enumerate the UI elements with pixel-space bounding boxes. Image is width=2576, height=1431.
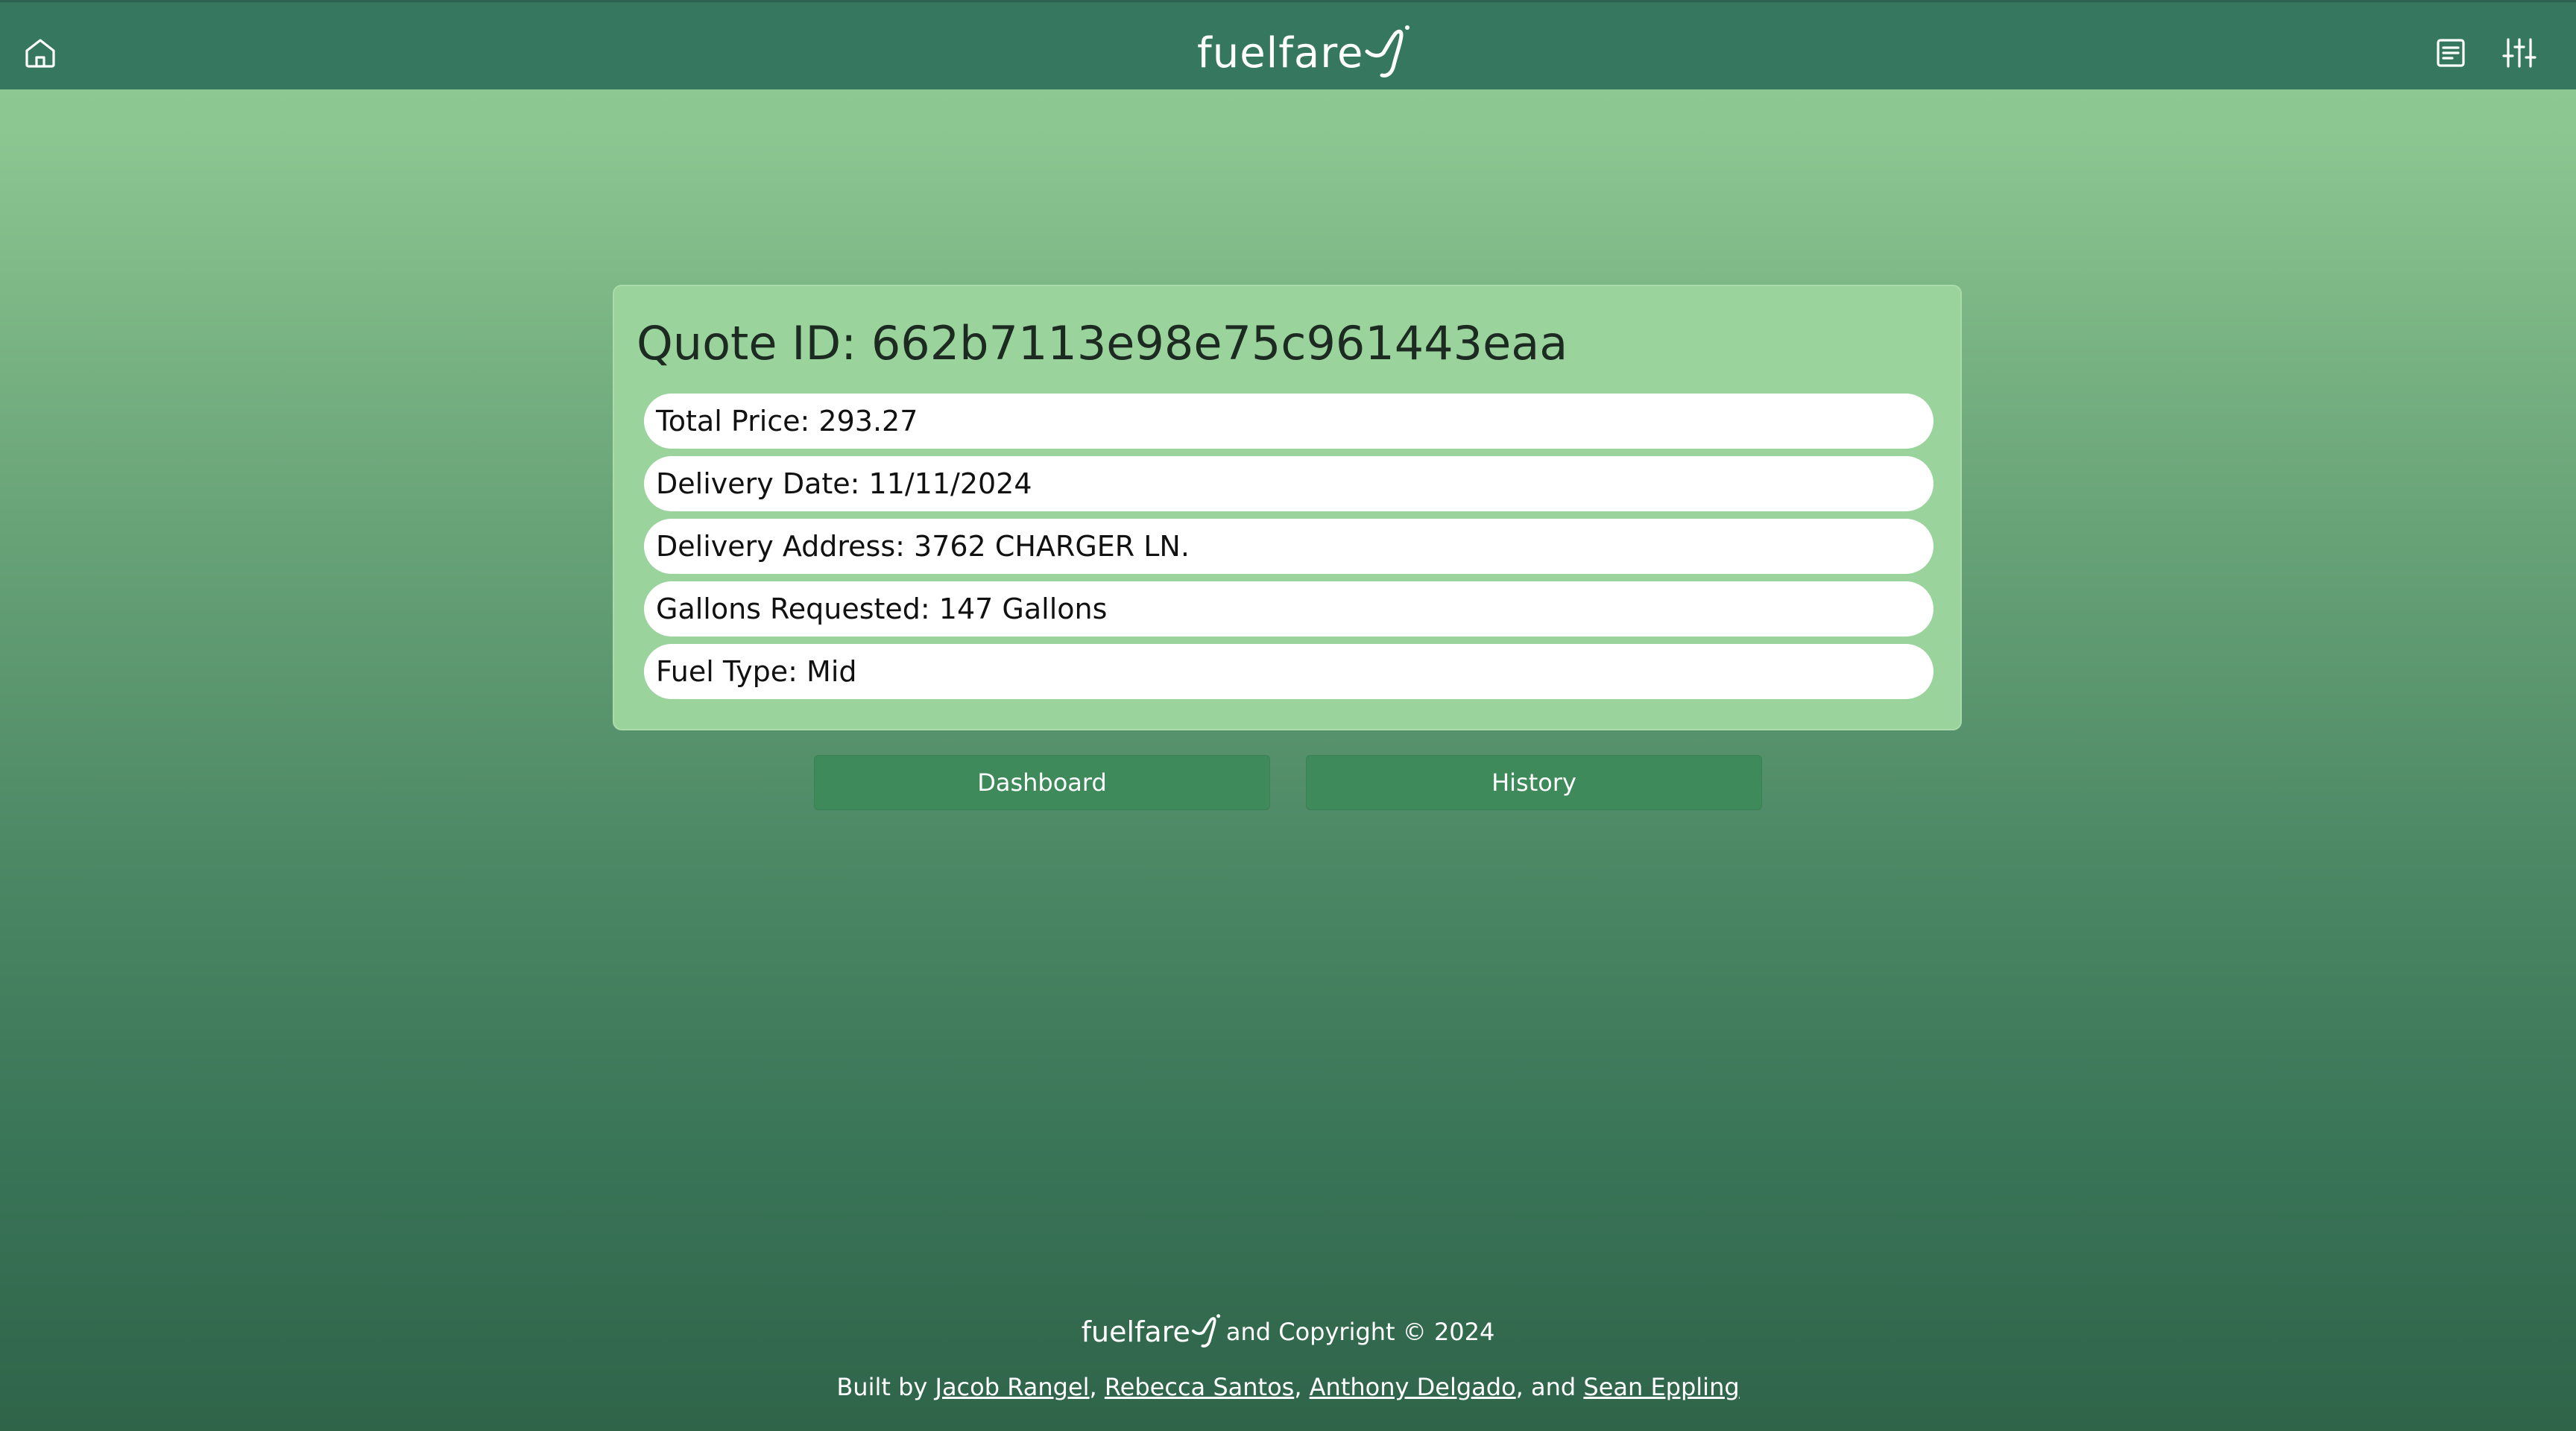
- top-navigation-bar: fuelfare: [0, 0, 2576, 89]
- sliders-icon[interactable]: [2501, 35, 2537, 71]
- history-button[interactable]: History: [1306, 755, 1762, 810]
- fuel-nozzle-hook-logo-mark: [1191, 1314, 1220, 1348]
- dashboard-button[interactable]: Dashboard: [814, 755, 1270, 810]
- author-separator: ,: [1294, 1373, 1302, 1401]
- author-link-rebecca-santos[interactable]: Rebecca Santos: [1105, 1373, 1294, 1401]
- built-by-label: Built by: [836, 1373, 928, 1401]
- author-link-sean-eppling[interactable]: Sean Eppling: [1583, 1373, 1739, 1401]
- quote-id-title: Quote ID: 662b7113e98e75c961443eaa: [637, 316, 1568, 370]
- footer-logo-text: fuelfare: [1081, 1315, 1190, 1348]
- fuelfare-logo[interactable]: fuelfare: [1197, 23, 1415, 83]
- copyright-text: and Copyright © 2024: [1225, 1318, 1495, 1346]
- fuel-type-field: Fuel Type: Mid: [644, 644, 1933, 699]
- footer-copyright-line: fuelfare and Copyright © 2024: [0, 1313, 2576, 1351]
- author-separator: , and: [1515, 1373, 1576, 1401]
- author-link-jacob-rangel[interactable]: Jacob Rangel: [935, 1373, 1090, 1401]
- footer-logo: fuelfare: [1082, 1313, 1223, 1351]
- delivery-date-field: Delivery Date: 11/11/2024: [644, 456, 1933, 511]
- gallons-requested-field: Gallons Requested: 147 Gallons: [644, 581, 1933, 636]
- home-icon: [25, 39, 55, 68]
- list-icon[interactable]: [2433, 35, 2469, 71]
- author-separator: ,: [1089, 1373, 1097, 1401]
- home-button[interactable]: [22, 35, 58, 71]
- delivery-address-field: Delivery Address: 3762 CHARGER LN.: [644, 519, 1933, 574]
- footer-credits: Built by Jacob Rangel, Rebecca Santos, A…: [0, 1373, 2576, 1401]
- quote-details-card: Quote ID: 662b7113e98e75c961443eaa Total…: [613, 285, 1962, 730]
- total-price-field: Total Price: 293.27: [644, 394, 1933, 449]
- fuel-nozzle-hook-logo-mark: [1365, 25, 1409, 78]
- logo-text: fuelfare: [1197, 28, 1364, 78]
- author-link-anthony-delgado[interactable]: Anthony Delgado: [1310, 1373, 1516, 1401]
